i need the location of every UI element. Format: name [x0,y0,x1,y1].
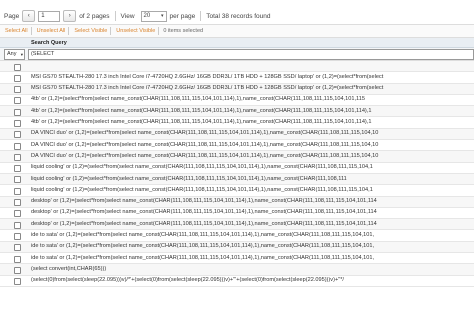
table-row[interactable]: liquid cooling' or (1,2)=(select*from(se… [0,185,474,197]
divider [110,27,112,35]
divider [30,27,32,35]
column-header-search-query[interactable]: Search Query [0,38,474,48]
table-row[interactable]: desktop' or (1,2)=(select*from(select na… [0,208,474,220]
per-page-value: 20 [143,12,151,19]
filter-any-select[interactable]: Any ▾ [4,48,25,60]
chevron-down-icon: ▾ [161,12,164,19]
row-checkbox[interactable] [14,266,21,274]
divider [158,27,160,35]
row-checkbox[interactable] [14,176,21,184]
search-query-cell: ide to sata' or (1,2)=(select*from(selec… [31,232,375,239]
column-header-label: Search Query [31,39,67,46]
page-label: Page [4,12,20,20]
table-row[interactable]: MSI GS70 STEALTH-280 17.3 inch Intel Cor… [0,72,474,84]
row-checkbox[interactable] [14,74,21,82]
pager: Page ‹ 1 › of 2 pages View 20 ▾ per page… [4,9,274,23]
search-query-cell: liquid cooling' or (1,2)=(select*from(se… [31,175,347,182]
per-page-select[interactable]: 20 ▾ [140,10,167,22]
view-label: View [120,12,135,20]
table-row[interactable]: 4tb' or (1,2)=(select*from(select name_c… [0,106,474,118]
per-page-label: per page [169,12,196,20]
chevron-right-icon: › [68,13,71,19]
table-row[interactable]: (select(0)from(select(sleep(22.095)))v)/… [0,276,474,287]
table-row[interactable]: liquid cooling' or (1,2)=(select*from(se… [0,173,474,186]
row-checkbox[interactable] [14,153,21,161]
row-checkbox[interactable] [14,63,21,71]
row-checkbox[interactable] [14,244,21,252]
row-checkbox[interactable] [14,221,21,229]
search-query-cell: MSI GS70 STEALTH-280 17.3 inch Intel Cor… [31,73,384,80]
search-query-cell: 4tb' or (1,2)=(select*from(select name_c… [31,107,372,114]
row-checkbox[interactable] [14,108,21,116]
grid-body: MSI GS70 STEALTH-280 17.3 inch Intel Cor… [0,61,474,287]
search-query-cell: DA VINCI duo' or (1,2)=(select*from(sele… [31,152,379,159]
table-row[interactable]: (select convert(int,CHAR(65))) [0,264,474,276]
table-row[interactable]: ide to sata' or (1,2)=(select*from(selec… [0,241,474,254]
search-query-cell: (select(0)from(select(sleep(22.095)))v)/… [31,277,344,284]
search-query-cell: desktop' or (1,2)=(select*from(select na… [31,220,377,227]
row-checkbox[interactable] [14,142,21,150]
row-checkbox[interactable] [14,210,21,218]
table-row[interactable]: desktop' or (1,2)=(select*from(select na… [0,196,474,208]
table-row[interactable]: DA VINCI duo' or (1,2)=(select*from(sele… [0,151,474,163]
table-row[interactable]: MSI GS70 STEALTH-280 17.3 inch Intel Cor… [0,83,474,95]
select-all-link[interactable]: Select All [5,28,28,34]
select-visible-link[interactable]: Select Visible [74,28,107,34]
selection-toolbar: Select All Unselect All Select Visible U… [0,24,474,38]
row-checkbox[interactable] [14,255,21,263]
row-checkbox[interactable] [14,199,21,207]
table-row[interactable]: liquid cooling' or (1,2)=(select*from(se… [0,163,474,174]
table-row[interactable]: 4tb' or (1,2)=(select*from(select name_c… [0,117,474,129]
search-query-cell: DA VINCI duo' or (1,2)=(select*from(sele… [31,130,379,137]
row-checkbox[interactable] [14,232,21,240]
divider [114,11,116,21]
unselect-visible-link[interactable]: Unselect Visible [116,28,155,34]
search-query-cell: 4tb' or (1,2)=(select*from(select name_c… [31,96,365,103]
page-input[interactable]: 1 [38,10,61,22]
row-checkbox[interactable] [14,86,21,94]
table-row[interactable]: ide to sata' or (1,2)=(select*from(selec… [0,230,474,242]
total-records: Total 38 records found [206,12,271,20]
filter-row: Any ▾ (SELECT [0,48,474,61]
divider [68,27,70,35]
row-checkbox[interactable] [14,97,21,105]
search-query-cell: ide to sata' or (1,2)=(select*from(selec… [31,243,375,250]
table-row[interactable]: DA VINCI duo' or (1,2)=(select*from(sele… [0,128,474,141]
table-row[interactable]: 4tb' or (1,2)=(select*from(select name_c… [0,95,474,107]
search-query-cell: DA VINCI duo' or (1,2)=(select*from(sele… [31,141,379,148]
table-row[interactable] [0,61,474,73]
next-page-button[interactable]: › [63,10,77,22]
row-checkbox[interactable] [14,131,21,139]
page-count: of 2 pages [79,12,110,20]
search-query-cell: liquid cooling' or (1,2)=(select*from(se… [31,164,373,171]
filter-any-value: Any [7,50,17,57]
search-query-cell: ide to sata' or (1,2)=(select*from(selec… [31,254,375,261]
search-query-cell: liquid cooling' or (1,2)=(select*from(se… [31,186,373,193]
row-checkbox[interactable] [14,278,21,286]
search-query-cell: MSI GS70 STEALTH-280 17.3 inch Intel Cor… [31,85,384,92]
items-selected-count: 0 items selected [163,28,204,34]
chevron-down-icon: ▾ [20,51,23,57]
row-checkbox[interactable] [14,165,21,173]
prev-page-button[interactable]: ‹ [22,10,36,22]
chevron-left-icon: ‹ [27,13,30,19]
search-query-filter-input[interactable]: (SELECT [27,48,474,60]
table-row[interactable]: desktop' or (1,2)=(select*from(select na… [0,219,474,231]
unselect-all-link[interactable]: Unselect All [37,28,66,34]
divider [200,11,202,21]
table-row[interactable]: ide to sata' or (1,2)=(select*from(selec… [0,253,474,265]
search-query-cell: desktop' or (1,2)=(select*from(select na… [31,209,377,216]
search-query-cell: 4tb' or (1,2)=(select*from(select name_c… [31,119,372,126]
table-row[interactable]: DA VINCI duo' or (1,2)=(select*from(sele… [0,140,474,152]
search-query-cell: desktop' or (1,2)=(select*from(select na… [31,198,377,205]
row-checkbox[interactable] [14,187,21,195]
search-query-cell: (select convert(int,CHAR(65))) [31,265,107,272]
row-checkbox[interactable] [14,119,21,127]
